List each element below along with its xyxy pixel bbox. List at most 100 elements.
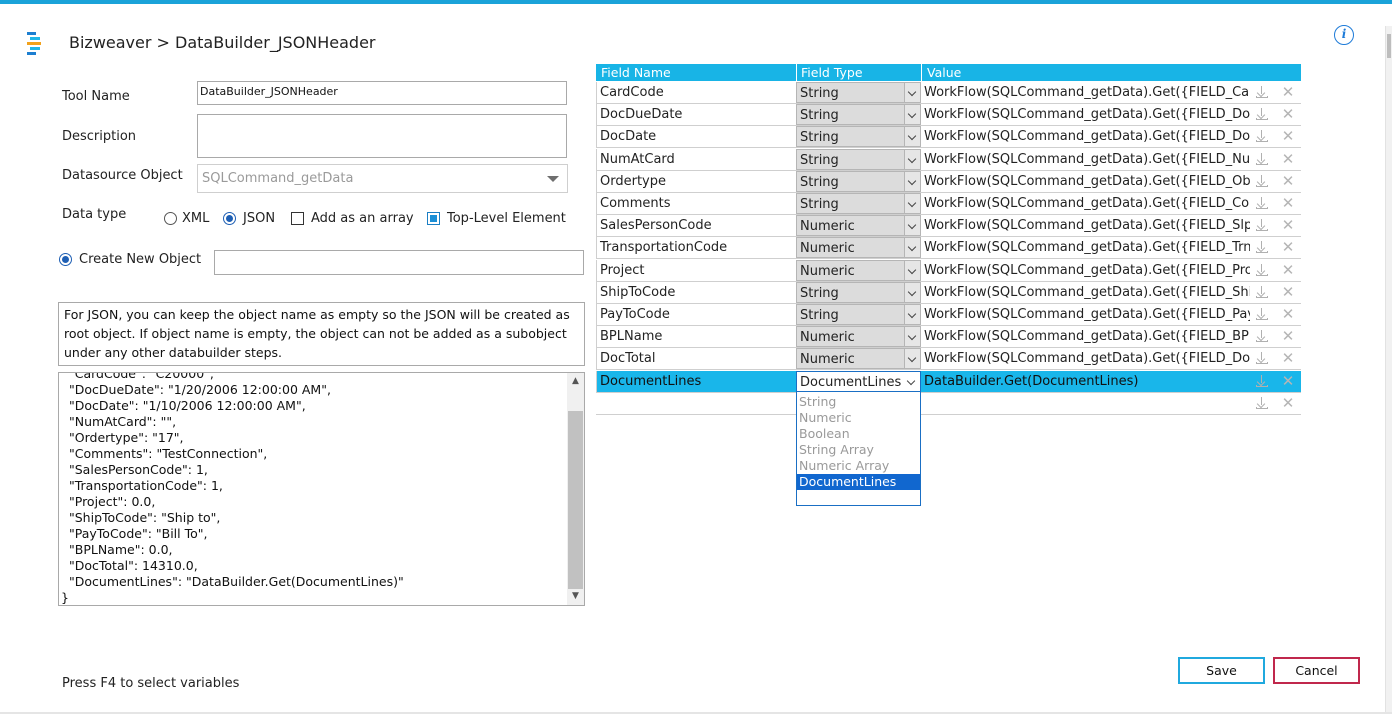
download-icon[interactable] — [1255, 85, 1269, 99]
field-name-cell[interactable]: DocDueDate — [596, 104, 796, 126]
header-field-type[interactable]: Field Type — [801, 65, 863, 80]
table-row[interactable]: DocDate String WorkFlow(SQLCommand_getData… — [596, 126, 1301, 149]
table-row[interactable]: Comments String WorkFlow(SQLCommand_getDat… — [596, 193, 1301, 215]
download-icon[interactable] — [1255, 396, 1269, 410]
radio-json[interactable] — [223, 212, 236, 225]
close-icon[interactable]: ✕ — [1280, 350, 1296, 366]
value-cell[interactable]: WorkFlow(SQLCommand_getData).Get({FIELD_… — [923, 326, 1250, 347]
download-icon[interactable] — [1255, 196, 1269, 210]
field-name-cell[interactable]: ShipToCode — [596, 281, 796, 303]
chevron-down-icon[interactable] — [904, 305, 920, 324]
field-name-cell[interactable]: Ordertype — [596, 170, 796, 192]
field-type-select[interactable]: Numeric — [796, 215, 921, 237]
table-row[interactable]: NumAtCard String WorkFlow(SQLCommand_getDa… — [596, 148, 1301, 171]
value-cell[interactable]: WorkFlow(SQLCommand_getData).Get({FIELD_… — [923, 104, 1250, 125]
close-icon[interactable]: ✕ — [1280, 373, 1296, 389]
table-row[interactable]: PayToCode String WorkFlow(SQLCommand_getDa… — [596, 304, 1301, 326]
download-icon[interactable] — [1255, 129, 1269, 143]
field-type-dropdown-list[interactable]: String Numeric Boolean String Array Nume… — [796, 391, 921, 506]
chevron-down-icon[interactable] — [904, 105, 920, 125]
field-type-select[interactable]: String — [796, 193, 921, 214]
field-name-cell[interactable]: BPLName — [596, 326, 796, 348]
value-cell[interactable]: WorkFlow(SQLCommand_getData).Get({FIELD_… — [923, 237, 1250, 258]
table-row[interactable]: BPLName Numeric WorkFlow(SQLCommand_getDat… — [596, 326, 1301, 349]
value-cell[interactable]: WorkFlow(SQLCommand_getData).Get({FIELD_… — [923, 348, 1250, 369]
value-cell[interactable]: WorkFlow(SQLCommand_getData).Get({FIELD_… — [923, 171, 1250, 192]
download-icon[interactable] — [1255, 307, 1269, 321]
table-row[interactable]: TransportationCode Numeric WorkFlow(SQLCom… — [596, 237, 1301, 260]
info-icon[interactable]: i — [1334, 25, 1354, 45]
close-icon[interactable]: ✕ — [1280, 195, 1296, 211]
value-cell[interactable]: WorkFlow(SQLCommand_getData).Get({FIELD_… — [923, 149, 1250, 170]
create-new-object-radio[interactable] — [59, 253, 72, 266]
chevron-down-icon[interactable] — [904, 371, 920, 391]
field-type-select[interactable]: String — [796, 281, 921, 303]
datasource-select[interactable]: SQLCommand_getData — [197, 164, 568, 193]
chevron-down-icon[interactable] — [904, 127, 920, 147]
close-icon[interactable]: ✕ — [1280, 262, 1296, 278]
table-row[interactable]: SalesPersonCode Numeric WorkFlow(SQLComman… — [596, 215, 1301, 238]
chevron-down-icon[interactable] — [904, 260, 920, 280]
field-name-cell[interactable]: Comments — [596, 193, 796, 214]
close-icon[interactable]: ✕ — [1280, 128, 1296, 144]
value-cell[interactable]: WorkFlow(SQLCommand_getData).Get({FIELD_… — [923, 282, 1250, 303]
chevron-down-icon[interactable] — [904, 83, 920, 102]
window-scrollbar[interactable] — [1385, 26, 1392, 714]
close-icon[interactable]: ✕ — [1280, 239, 1296, 255]
field-type-select[interactable]: Numeric — [796, 326, 921, 348]
chevron-down-icon[interactable] — [904, 171, 920, 191]
save-button[interactable]: Save — [1178, 657, 1265, 684]
download-icon[interactable] — [1255, 174, 1269, 188]
header-field-name[interactable]: Field Name — [601, 65, 671, 80]
value-cell[interactable]: WorkFlow(SQLCommand_getData).Get({FIELD_… — [923, 260, 1250, 281]
scroll-down-icon[interactable]: ▼ — [567, 588, 584, 605]
field-name-cell[interactable]: Project — [596, 259, 796, 281]
chevron-down-icon[interactable] — [904, 149, 920, 169]
chevron-down-icon[interactable] — [904, 327, 920, 347]
download-icon[interactable] — [1255, 263, 1269, 277]
field-type-select[interactable]: String — [796, 148, 921, 170]
close-icon[interactable]: ✕ — [1280, 328, 1296, 344]
dropdown-option[interactable]: String — [797, 394, 920, 410]
value-cell[interactable]: WorkFlow(SQLCommand_getData).Get({FIELD_… — [923, 126, 1250, 147]
top-level-element-label[interactable]: Top-Level Element — [447, 211, 566, 226]
header-value[interactable]: Value — [927, 65, 961, 80]
close-icon[interactable]: ✕ — [1280, 395, 1296, 411]
download-icon[interactable] — [1255, 218, 1269, 232]
close-icon[interactable]: ✕ — [1280, 151, 1296, 167]
dropdown-option[interactable]: Boolean — [797, 426, 920, 442]
chevron-down-icon[interactable] — [904, 238, 920, 258]
chevron-down-icon[interactable] — [904, 349, 920, 369]
dropdown-option[interactable]: Numeric Array — [797, 458, 920, 474]
table-row-empty[interactable]: ✕ — [596, 393, 1301, 415]
field-name-cell[interactable]: CardCode — [596, 82, 796, 103]
download-icon[interactable] — [1255, 285, 1269, 299]
download-icon[interactable] — [1255, 329, 1269, 343]
field-name-cell[interactable]: DocumentLines — [596, 370, 796, 392]
top-level-element-checkbox[interactable] — [427, 212, 440, 225]
chevron-down-icon[interactable] — [904, 216, 920, 236]
table-row[interactable]: DocumentLines DocumentLines DataBuilder.Ge… — [596, 370, 1301, 393]
create-new-object-input[interactable] — [214, 250, 584, 275]
dropdown-option-selected[interactable]: DocumentLines — [797, 474, 920, 490]
json-preview[interactable]: "CardCode": "C20000", "DocDueDate": "1/2… — [58, 372, 585, 606]
close-icon[interactable]: ✕ — [1280, 173, 1296, 189]
value-cell[interactable]: WorkFlow(SQLCommand_getData).Get({FIELD_… — [923, 304, 1250, 325]
description-input[interactable] — [197, 114, 567, 158]
field-name-cell[interactable]: NumAtCard — [596, 148, 796, 170]
field-type-select[interactable]: Numeric — [796, 348, 921, 370]
table-row[interactable]: ShipToCode String WorkFlow(SQLCommand_getD… — [596, 281, 1301, 304]
table-row[interactable]: DocTotal Numeric WorkFlow(SQLCommand_getDa… — [596, 348, 1301, 371]
radio-xml[interactable] — [164, 212, 177, 225]
close-icon[interactable]: ✕ — [1280, 217, 1296, 233]
cancel-button[interactable]: Cancel — [1273, 657, 1360, 684]
download-icon[interactable] — [1255, 351, 1269, 365]
dropdown-option[interactable]: Numeric — [797, 410, 920, 426]
close-icon[interactable]: ✕ — [1280, 106, 1296, 122]
window-scrollbar-thumb[interactable] — [1387, 34, 1391, 58]
field-type-select[interactable]: String — [796, 304, 921, 325]
field-type-select[interactable]: String — [796, 126, 921, 148]
value-cell[interactable]: WorkFlow(SQLCommand_getData).Get({FIELD_… — [923, 82, 1250, 103]
field-type-select[interactable]: Numeric — [796, 237, 921, 259]
field-type-select[interactable]: String — [796, 170, 921, 192]
